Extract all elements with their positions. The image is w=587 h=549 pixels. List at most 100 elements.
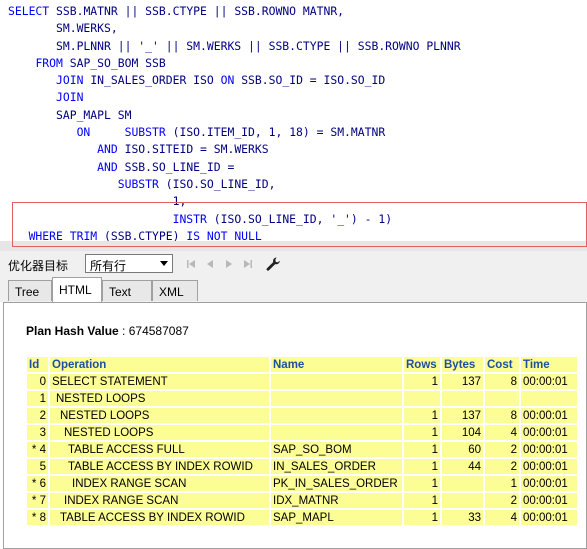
plan-cell-cost: 8 [485, 374, 519, 389]
plan-cell-rows: 1 [404, 425, 440, 440]
plan-cell-name [271, 391, 402, 406]
plan-cell-cost: 1 [485, 476, 519, 491]
plan-cell-time: 00:00:01 [521, 459, 577, 474]
sql-text: (ISO.ITEM_ID, 1, 18) = SM.MATNR [172, 125, 386, 140]
col-rows: Rows [404, 357, 440, 372]
plan-cell-bytes: 44 [442, 459, 483, 474]
tab-xml-label: XML [159, 285, 184, 299]
plan-hash: Plan Hash Value : 674587087 [26, 324, 189, 338]
plan-cell-rows: 1 [404, 459, 440, 474]
sql-keyword: JOIN [56, 73, 91, 88]
plan-cell-cost: 2 [485, 442, 519, 457]
plan-cell-id: 1 [27, 391, 48, 406]
sql-text: ISO.SITEID = SM.WERKS [124, 142, 269, 157]
plan-row: * 6 INDEX RANGE SCAN PK_IN_SALES_ORDER 1 1 00… [27, 476, 577, 491]
plan-row: * 4 TABLE ACCESS FULL SAP_SO_BOM 1 60 2 00:00:… [27, 442, 577, 457]
plan-table: Id Operation Name Rows Bytes Cost Time 0… [25, 355, 579, 527]
plan-cell-operation: TABLE ACCESS BY INDEX ROWID [50, 459, 269, 474]
col-time: Time [521, 357, 577, 372]
plan-html-view[interactable]: Plan Hash Value : 674587087 Id Operation… [3, 302, 587, 549]
sql-text: SSB.SO_LINE_ID = [124, 159, 235, 174]
sql-keyword: AND [97, 159, 125, 174]
tab-tree-label: Tree [15, 285, 40, 299]
optimizer-goal-value: 所有行 [90, 259, 127, 273]
sql-text: (ISO.SO_LINE_ID, '_') - 1) [213, 211, 393, 226]
plan-cell-name: SAP_SO_BOM [271, 442, 402, 457]
plan-cell-name: IDX_MATNR [271, 493, 402, 508]
tab-text[interactable]: Text [102, 280, 152, 301]
plan-cell-name: SAP_MAPL [271, 510, 402, 525]
plan-cell-rows [404, 391, 440, 406]
sql-text: SAP_MAPL SM [8, 107, 132, 122]
sql-text: SM.WERKS, [8, 21, 118, 36]
plan-cell-time: 00:00:01 [521, 425, 577, 440]
sql-keyword: SUBSTR [117, 176, 166, 191]
plan-cell-rows: 1 [404, 374, 440, 389]
sql-text: IN_SALES_ORDER ISO [90, 73, 221, 88]
plan-cell-rows: 1 [404, 408, 440, 423]
plan-cell-cost: 2 [485, 493, 519, 508]
plan-cell-time [521, 391, 577, 406]
plan-cell-bytes [442, 493, 483, 508]
plan-cell-cost: 4 [485, 510, 519, 525]
plan-cell-bytes: 60 [442, 442, 483, 457]
plan-cell-name [271, 408, 402, 423]
plan-row: 3 NESTED LOOPS 1 104 4 00:00:01 [27, 425, 577, 440]
sql-keyword: INSTR [172, 211, 214, 226]
sql-code[interactable]: SELECT SSB.MATNR || SSB.CTYPE || SSB.ROW… [8, 3, 461, 241]
plan-row: 0 SELECT STATEMENT 1 137 8 00:00:01 [27, 374, 577, 389]
wrench-icon[interactable] [264, 255, 282, 273]
tab-tree[interactable]: Tree [8, 280, 52, 301]
dropdown-arrow-icon [160, 261, 168, 266]
tab-html[interactable]: HTML [52, 277, 102, 302]
plan-cell-time: 00:00:01 [521, 493, 577, 508]
plan-row: * 8 TABLE ACCESS BY INDEX ROWID SAP_MAPL 1 3… [27, 510, 577, 525]
next-icon[interactable] [221, 256, 237, 272]
first-icon[interactable] [183, 256, 199, 272]
tab-html-label: HTML [59, 283, 92, 297]
plan-cell-id: 2 [27, 408, 48, 423]
plan-cell-time: 00:00:01 [521, 510, 577, 525]
plan-cell-name: IN_SALES_ORDER [271, 459, 402, 474]
plan-cell-operation: INDEX RANGE SCAN [50, 493, 269, 508]
tab-xml[interactable]: XML [152, 280, 198, 301]
plan-cell-rows: 1 [404, 510, 440, 525]
plan-cell-name: PK_IN_SALES_ORDER [271, 476, 402, 491]
plan-cell-time: 00:00:01 [521, 374, 577, 389]
plan-cell-id: 5 [27, 459, 48, 474]
plan-cell-cost: 2 [485, 459, 519, 474]
plan-cell-bytes: 104 [442, 425, 483, 440]
plan-row: 1 NESTED LOOPS [27, 391, 577, 406]
sql-text: SSB.MATNR || SSB.CTYPE || SSB.ROWNO MATN… [56, 4, 345, 18]
plan-cell-bytes [442, 391, 483, 406]
tab-text-label: Text [109, 285, 132, 299]
plan-cell-rows: 1 [404, 476, 440, 491]
plan-cell-id: 0 [27, 374, 48, 389]
sql-keyword: ON [220, 73, 242, 88]
plan-cell-time: 00:00:01 [521, 408, 577, 423]
plan-cell-id: * 7 [27, 493, 48, 508]
last-icon[interactable] [240, 256, 256, 272]
sql-editor[interactable]: SELECT SSB.MATNR || SSB.CTYPE || SSB.ROW… [0, 0, 587, 242]
plan-cell-rows: 1 [404, 442, 440, 457]
plan-cell-name [271, 425, 402, 440]
sql-keyword: AND [97, 142, 125, 157]
prev-icon[interactable] [202, 256, 218, 272]
sql-keyword: SUBSTR [124, 125, 173, 140]
sql-text: SSB.SO_ID = ISO.SO_ID [241, 73, 386, 88]
plan-cell-id: * 6 [27, 476, 48, 491]
plan-hash-value: : 674587087 [118, 324, 189, 338]
col-id: Id [27, 357, 48, 372]
plan-cell-operation: TABLE ACCESS FULL [50, 442, 269, 457]
sql-text: (ISO.SO_LINE_ID, [165, 176, 276, 191]
optimizer-goal-select[interactable]: 所有行 [85, 254, 173, 273]
plan-cell-operation: NESTED LOOPS [50, 391, 269, 406]
plan-cell-id: * 4 [27, 442, 48, 457]
